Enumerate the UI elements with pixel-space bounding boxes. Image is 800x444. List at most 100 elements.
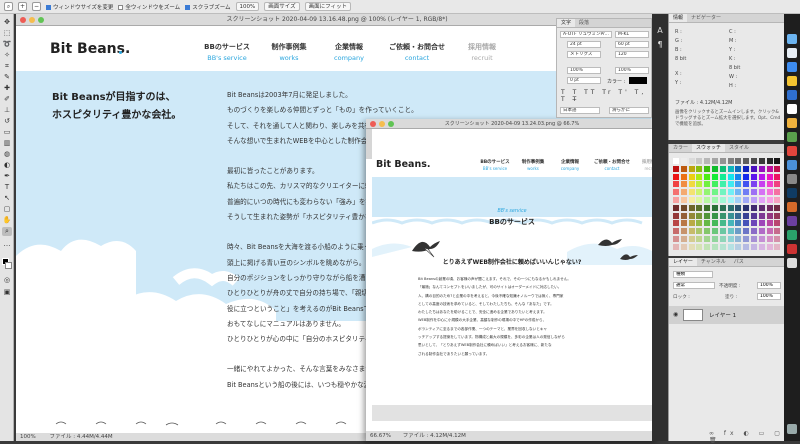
- color-swatch[interactable]: [712, 220, 718, 227]
- color-swatch[interactable]: [743, 189, 750, 196]
- color-swatch[interactable]: [680, 173, 687, 180]
- color-swatch[interactable]: [712, 236, 718, 242]
- color-swatch[interactable]: [743, 158, 750, 164]
- fill-screen-button[interactable]: 画面にフィット: [304, 2, 351, 11]
- layer-kind-filter[interactable]: 種類: [673, 271, 713, 278]
- color-swatch[interactable]: [735, 181, 742, 188]
- nav2-item-works[interactable]: 制作事例集 works: [514, 159, 552, 171]
- color-swatch[interactable]: [766, 189, 773, 196]
- tab-swatches[interactable]: スウォッチ: [692, 144, 726, 152]
- color-swatch[interactable]: [704, 236, 711, 242]
- color-swatch[interactable]: [727, 181, 734, 188]
- color-swatch[interactable]: [688, 243, 695, 250]
- tab-navigator[interactable]: ナビゲーター: [687, 14, 725, 22]
- color-swatch[interactable]: [680, 181, 687, 188]
- scrubby-zoom-checkbox[interactable]: スクラブズーム: [185, 3, 231, 11]
- tab-paragraph[interactable]: 段落: [575, 19, 593, 27]
- color-swatch[interactable]: [696, 173, 703, 180]
- color-swatch[interactable]: [712, 165, 718, 172]
- color-swatch[interactable]: [758, 228, 765, 235]
- mail-icon[interactable]: [787, 90, 797, 100]
- color-swatch[interactable]: [727, 212, 734, 219]
- zoom-tool-button-icon[interactable]: ⌕: [2, 227, 12, 236]
- color-swatch[interactable]: [766, 173, 773, 180]
- color-swatch[interactable]: [766, 204, 773, 211]
- color-swatch[interactable]: [704, 165, 711, 172]
- color-swatch[interactable]: [751, 173, 757, 180]
- color-swatch[interactable]: [758, 236, 765, 242]
- color-swatch[interactable]: [712, 243, 718, 250]
- color-swatch[interactable]: [704, 228, 711, 235]
- color-swatch[interactable]: [751, 212, 757, 219]
- color-swatch[interactable]: [735, 197, 742, 203]
- color-swatch[interactable]: [673, 189, 679, 196]
- color-swatch[interactable]: [751, 236, 757, 242]
- color-swatch[interactable]: [696, 228, 703, 235]
- color-swatch[interactable]: [719, 173, 726, 180]
- color-swatch[interactable]: [688, 212, 695, 219]
- color-swatch[interactable]: [743, 173, 750, 180]
- color-swatch[interactable]: [727, 158, 734, 164]
- color-swatch[interactable]: [680, 243, 687, 250]
- color-swatch[interactable]: [751, 228, 757, 235]
- color-swatch[interactable]: [735, 236, 742, 242]
- zoom-out-icon[interactable]: −: [32, 2, 41, 11]
- color-swatch[interactable]: [774, 228, 781, 235]
- color-swatch[interactable]: [751, 197, 757, 203]
- document2-titlebar[interactable]: スクリーンショット 2020-04-09 13.24.03.png @ 66.7…: [366, 119, 658, 129]
- notes-icon[interactable]: [787, 118, 797, 128]
- color-swatch[interactable]: [680, 165, 687, 172]
- app-icon-gray[interactable]: [787, 258, 797, 268]
- path-select-tool-icon[interactable]: ↖: [2, 194, 12, 203]
- color-swatch[interactable]: [735, 220, 742, 227]
- color-swatch[interactable]: [704, 181, 711, 188]
- color-swatch[interactable]: [758, 173, 765, 180]
- color-swatch[interactable]: [774, 212, 781, 219]
- screen-mode-icon[interactable]: ▣: [2, 288, 12, 297]
- color-swatch[interactable]: [688, 173, 695, 180]
- app-icon-green[interactable]: [787, 230, 797, 240]
- lasso-tool-icon[interactable]: ➰: [2, 40, 12, 49]
- color-swatch[interactable]: [688, 189, 695, 196]
- color-swatch[interactable]: [719, 212, 726, 219]
- color-swatch[interactable]: [758, 212, 765, 219]
- nav2-item-service[interactable]: BBのサービス BB's service: [476, 159, 514, 171]
- color-swatch[interactable]: [774, 197, 781, 203]
- type-tool-icon[interactable]: T: [2, 183, 12, 192]
- zoom-all-windows-checkbox[interactable]: 全ウィンドウをズーム: [118, 3, 180, 11]
- color-swatch[interactable]: [766, 220, 773, 227]
- color-swatch[interactable]: [712, 204, 718, 211]
- color-swatch[interactable]: [673, 212, 679, 219]
- brush-tool-icon[interactable]: ✐: [2, 95, 12, 104]
- color-swatch[interactable]: [766, 228, 773, 235]
- color-swatch[interactable]: [774, 189, 781, 196]
- color-swatch[interactable]: [688, 220, 695, 227]
- font-style-select[interactable]: M-KL: [615, 31, 649, 38]
- color-swatch[interactable]: [758, 181, 765, 188]
- color-swatch[interactable]: [751, 204, 757, 211]
- nav-item-contact[interactable]: ご依頼・お問合せ contact: [378, 42, 456, 62]
- tab-styles[interactable]: スタイル: [725, 144, 753, 152]
- color-swatch[interactable]: [758, 165, 765, 172]
- site2-logo[interactable]: Bit Beans.: [376, 159, 430, 170]
- color-swatch[interactable]: [719, 181, 726, 188]
- color-swatch[interactable]: [735, 228, 742, 235]
- color-swatch[interactable]: [696, 189, 703, 196]
- color-swatch[interactable]: [696, 158, 703, 164]
- color-swatch[interactable]: [766, 243, 773, 250]
- color-swatch[interactable]: [774, 220, 781, 227]
- color-swatch[interactable]: [766, 236, 773, 242]
- color-swatch[interactable]: [766, 197, 773, 203]
- color-swatch[interactable]: [719, 158, 726, 164]
- move-tool-icon[interactable]: ✥: [2, 18, 12, 27]
- color-swatch[interactable]: [774, 181, 781, 188]
- gradient-tool-icon[interactable]: ▥: [2, 139, 12, 148]
- magic-wand-tool-icon[interactable]: ✧: [2, 51, 12, 60]
- color-swatch[interactable]: [712, 181, 718, 188]
- color-swatch[interactable]: [719, 228, 726, 235]
- text-color-swatch[interactable]: [629, 77, 647, 84]
- color-swatch[interactable]: [673, 197, 679, 203]
- pen-tool-icon[interactable]: ✒: [2, 172, 12, 181]
- illustrator-icon[interactable]: [787, 202, 797, 212]
- color-swatch[interactable]: [673, 228, 679, 235]
